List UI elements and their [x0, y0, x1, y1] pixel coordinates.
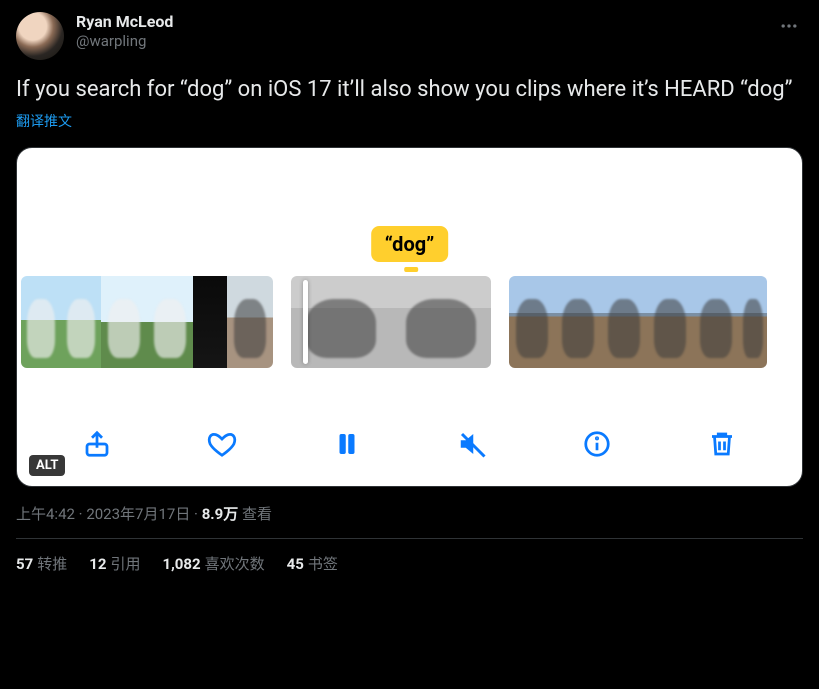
clip-thumbnail: [193, 276, 227, 368]
video-scrubber[interactable]: [17, 276, 802, 368]
search-tag-bubble: “dog”: [371, 226, 449, 262]
clip-group-2-active[interactable]: [291, 276, 491, 368]
clip-thumbnail: [227, 276, 273, 368]
tweet-date[interactable]: 2023年7月17日: [86, 505, 190, 523]
views-label: 查看: [238, 505, 272, 523]
pause-icon[interactable]: [329, 426, 365, 462]
tweet-media[interactable]: “dog”: [16, 147, 803, 487]
tweet-header: Ryan McLeod @warpling: [16, 12, 803, 60]
heart-icon[interactable]: [204, 426, 240, 462]
tweet-meta: 上午4:42 · 2023年7月17日 · 8.9万 查看: [16, 503, 803, 524]
quotes-stat[interactable]: 12引用: [89, 553, 140, 574]
clip-thumbnail: [555, 276, 601, 368]
author-username[interactable]: @warpling: [76, 32, 173, 51]
views-count: 8.9万: [202, 505, 239, 523]
more-button[interactable]: [775, 12, 803, 44]
clip-thumbnail: [391, 276, 491, 368]
likes-stat[interactable]: 1,082喜欢次数: [162, 553, 264, 574]
clip-group-1[interactable]: [21, 276, 273, 368]
clip-thumbnail: [21, 276, 61, 368]
retweets-stat[interactable]: 57转推: [16, 553, 67, 574]
tweet-text: If you search for “dog” on iOS 17 it’ll …: [16, 76, 803, 105]
clip-group-3[interactable]: [509, 276, 767, 368]
trash-icon[interactable]: [704, 426, 740, 462]
translate-link[interactable]: 翻译推文: [16, 111, 72, 131]
mute-icon[interactable]: [454, 426, 490, 462]
tweet-stats: 57转推 12引用 1,082喜欢次数 45书签: [16, 539, 803, 574]
clip-thumbnail: [693, 276, 739, 368]
clip-thumbnail: [101, 276, 147, 368]
tweet-time[interactable]: 上午4:42: [16, 505, 75, 523]
author-name[interactable]: Ryan McLeod: [76, 12, 173, 32]
clip-thumbnail: [601, 276, 647, 368]
clip-thumbnail: [61, 276, 101, 368]
clip-thumbnail: [647, 276, 693, 368]
info-icon[interactable]: [579, 426, 615, 462]
alt-badge[interactable]: ALT: [29, 455, 65, 476]
clip-thumbnail: [509, 276, 555, 368]
clip-thumbnail: [147, 276, 193, 368]
scrubber-playhead[interactable]: [303, 280, 308, 364]
media-toolbar: [17, 426, 802, 462]
clip-thumbnail: [739, 276, 767, 368]
share-icon[interactable]: [79, 426, 115, 462]
avatar[interactable]: [16, 12, 64, 60]
bookmarks-stat[interactable]: 45书签: [287, 553, 338, 574]
